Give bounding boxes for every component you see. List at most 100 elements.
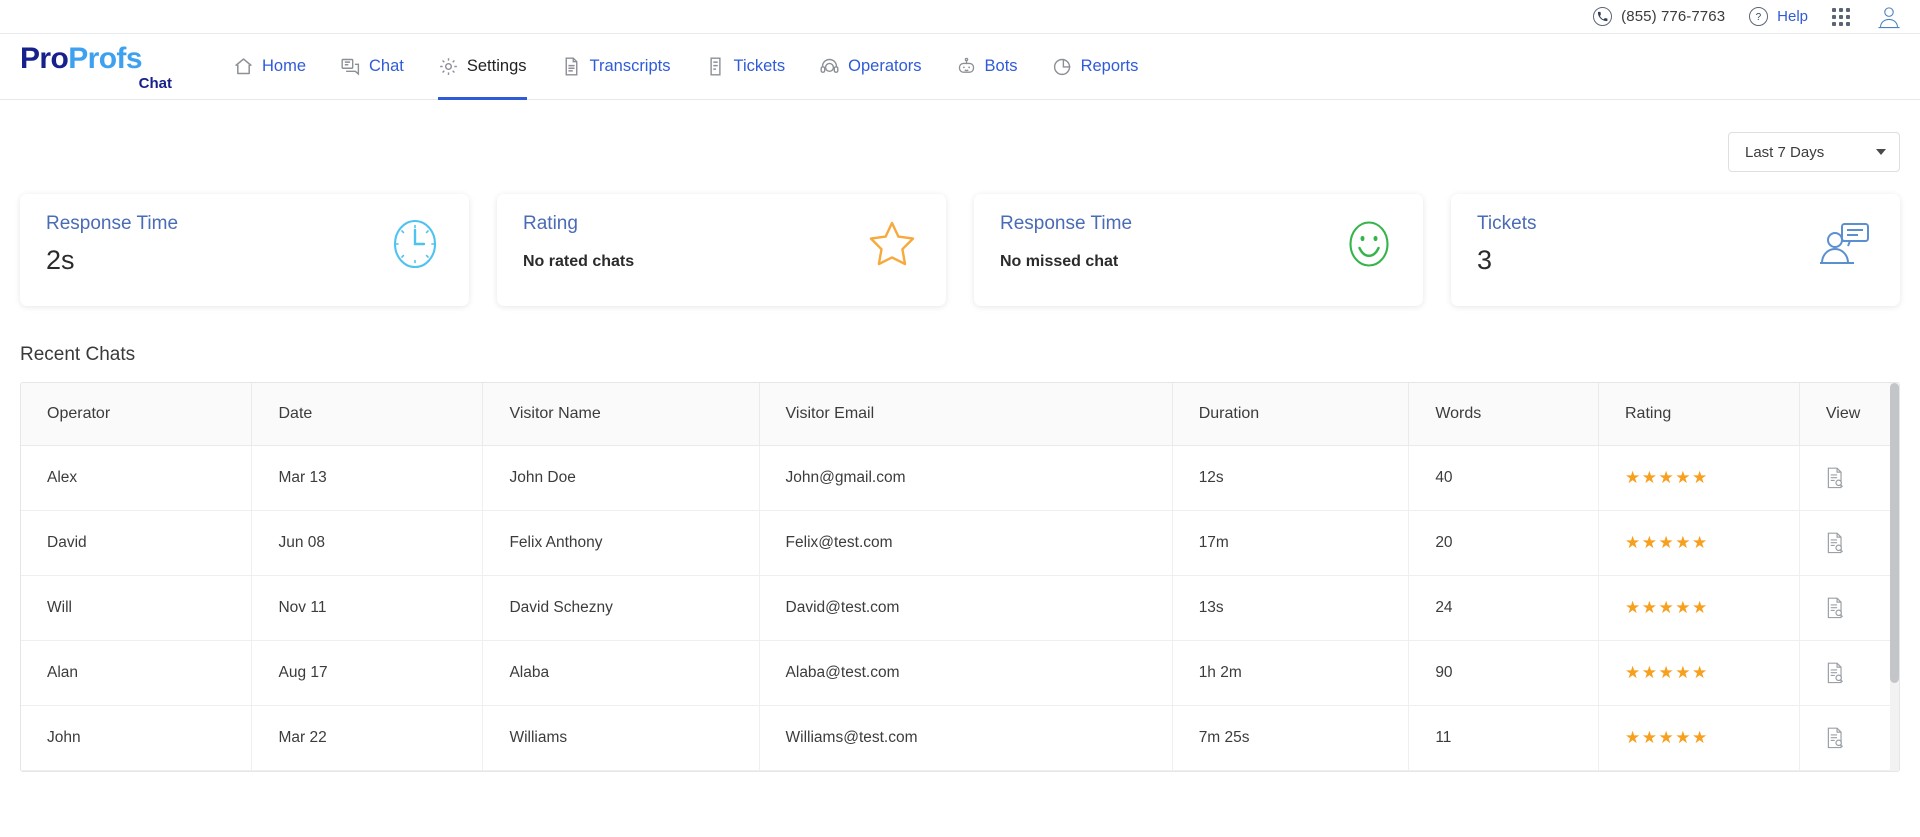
robot-icon xyxy=(956,56,977,77)
table-scrollbar-thumb[interactable] xyxy=(1890,383,1899,683)
grid-dot xyxy=(1832,14,1836,19)
cell-rating: ★★★★★ xyxy=(1598,510,1800,576)
document-search-icon[interactable] xyxy=(1826,727,1845,749)
column-header-operator[interactable]: Operator xyxy=(21,383,253,446)
grid-dot xyxy=(1846,14,1850,19)
stat-card-tickets: Tickets 3 xyxy=(1451,194,1900,306)
table-row[interactable]: Alan Aug 17 Alaba Alaba@test.com 1h 2m 9… xyxy=(21,640,1899,706)
cell-words: 40 xyxy=(1408,445,1599,511)
nav-item-tickets[interactable]: Tickets xyxy=(688,34,803,100)
cell-visitor-email: Felix@test.com xyxy=(759,510,1173,576)
column-header-visitor-name[interactable]: Visitor Name xyxy=(482,383,760,446)
ticket-icon xyxy=(705,56,726,77)
smiley-icon xyxy=(1341,216,1397,272)
recent-chats-table: Operator Date Visitor Name Visitor Email… xyxy=(21,383,1899,771)
column-header-view[interactable]: View xyxy=(1799,383,1899,446)
cell-rating: ★★★★★ xyxy=(1598,575,1800,641)
phone-contact[interactable]: (855) 776-7763 xyxy=(1593,7,1725,26)
column-header-words[interactable]: Words xyxy=(1408,383,1599,446)
nav-label-reports: Reports xyxy=(1080,57,1139,76)
user-avatar-icon[interactable] xyxy=(1876,4,1902,30)
help-link[interactable]: Help xyxy=(1777,8,1808,25)
card-title: Response Time xyxy=(1000,213,1133,234)
stat-card-missed-chat: Response Time No missed chat xyxy=(974,194,1423,306)
nav-item-chat[interactable]: Chat xyxy=(323,34,421,100)
nav-items: Home Chat Settings Transcripts Tickets O… xyxy=(216,34,1155,100)
cell-date: Nov 11 xyxy=(251,575,484,641)
phone-number: (855) 776-7763 xyxy=(1621,8,1726,25)
nav-label-transcripts: Transcripts xyxy=(589,57,671,76)
card-text: Response Time No missed chat xyxy=(1000,213,1133,306)
cell-view xyxy=(1799,575,1899,641)
gear-icon xyxy=(438,56,459,77)
phone-icon xyxy=(1593,7,1613,26)
cell-visitor-email: David@test.com xyxy=(759,575,1173,641)
date-range-filter[interactable]: Last 7 Days xyxy=(1728,132,1900,172)
column-header-rating[interactable]: Rating xyxy=(1598,383,1800,446)
table-scrollbar[interactable] xyxy=(1890,383,1899,771)
stat-card-response-time: Response Time 2s xyxy=(20,194,469,306)
rating-stars: ★★★★★ xyxy=(1624,467,1709,487)
nav-item-home[interactable]: Home xyxy=(216,34,323,100)
headset-icon xyxy=(819,56,840,77)
card-value: 2s xyxy=(46,244,75,275)
card-value: 3 xyxy=(1477,244,1493,275)
page-content: Last 7 Days Response Time 2s Rating No r… xyxy=(0,100,1920,772)
cell-rating: ★★★★★ xyxy=(1598,705,1800,771)
nav-label-operators: Operators xyxy=(848,57,922,76)
grid-dot xyxy=(1839,14,1843,19)
rating-stars: ★★★★★ xyxy=(1624,597,1709,617)
pie-chart-icon xyxy=(1052,56,1073,77)
grid-dot xyxy=(1832,21,1836,26)
nav-item-reports[interactable]: Reports xyxy=(1035,34,1156,100)
nav-label-home: Home xyxy=(262,57,307,76)
column-header-visitor-email[interactable]: Visitor Email xyxy=(759,383,1173,446)
rating-stars: ★★★★★ xyxy=(1624,662,1709,682)
cell-view xyxy=(1799,705,1899,771)
card-text: Tickets 3 xyxy=(1477,213,1536,306)
table-row[interactable]: Alex Mar 13 John Doe John@gmail.com 12s … xyxy=(21,445,1899,511)
table-row[interactable]: John Mar 22 Williams Williams@test.com 7… xyxy=(21,705,1899,771)
table-row[interactable]: David Jun 08 Felix Anthony Felix@test.co… xyxy=(21,510,1899,576)
grid-dot xyxy=(1839,7,1843,12)
cell-words: 20 xyxy=(1408,510,1599,576)
cell-visitor-email: Williams@test.com xyxy=(759,705,1173,771)
grid-dot xyxy=(1839,21,1843,26)
cell-duration: 7m 25s xyxy=(1172,705,1410,771)
nav-item-settings[interactable]: Settings xyxy=(421,34,544,100)
card-title: Rating xyxy=(523,213,578,234)
table-header-row: Operator Date Visitor Name Visitor Email… xyxy=(21,383,1899,446)
column-header-duration[interactable]: Duration xyxy=(1172,383,1410,446)
clock-icon xyxy=(387,216,443,272)
table-row[interactable]: Will Nov 11 David Schezny David@test.com… xyxy=(21,575,1899,641)
nav-label-bots: Bots xyxy=(984,57,1018,76)
cell-duration: 13s xyxy=(1172,575,1410,641)
document-search-icon[interactable] xyxy=(1826,532,1845,554)
rating-stars: ★★★★★ xyxy=(1624,532,1709,552)
cell-date: Mar 22 xyxy=(251,705,484,771)
cell-duration: 1h 2m xyxy=(1172,640,1410,706)
nav-item-bots[interactable]: Bots xyxy=(939,34,1035,100)
cell-date: Aug 17 xyxy=(251,640,484,706)
home-icon xyxy=(233,56,254,77)
card-value: No rated chats xyxy=(523,252,635,270)
cell-date: Mar 13 xyxy=(251,445,484,511)
page-section-title: Recent Chats xyxy=(20,344,136,365)
proprofs-chat-logo[interactable]: ProProfs Chat xyxy=(20,42,180,92)
nav-item-transcripts[interactable]: Transcripts xyxy=(544,34,688,100)
apps-grid-icon[interactable] xyxy=(1832,7,1850,26)
svg-text:?: ? xyxy=(1756,12,1762,23)
nav-item-operators[interactable]: Operators xyxy=(802,34,938,100)
column-header-date[interactable]: Date xyxy=(251,383,484,446)
document-search-icon[interactable] xyxy=(1826,597,1845,619)
cell-words: 90 xyxy=(1408,640,1599,706)
cell-visitor-name: John Doe xyxy=(482,445,760,511)
document-search-icon[interactable] xyxy=(1826,467,1845,489)
date-range-value: Last 7 Days xyxy=(1745,143,1825,161)
document-search-icon[interactable] xyxy=(1826,662,1845,684)
cell-rating: ★★★★★ xyxy=(1598,445,1800,511)
card-text: Response Time 2s xyxy=(46,213,178,306)
help-link-group[interactable]: ? Help xyxy=(1749,7,1808,26)
chevron-down-icon xyxy=(1876,149,1886,155)
nav-label-chat: Chat xyxy=(369,57,404,76)
